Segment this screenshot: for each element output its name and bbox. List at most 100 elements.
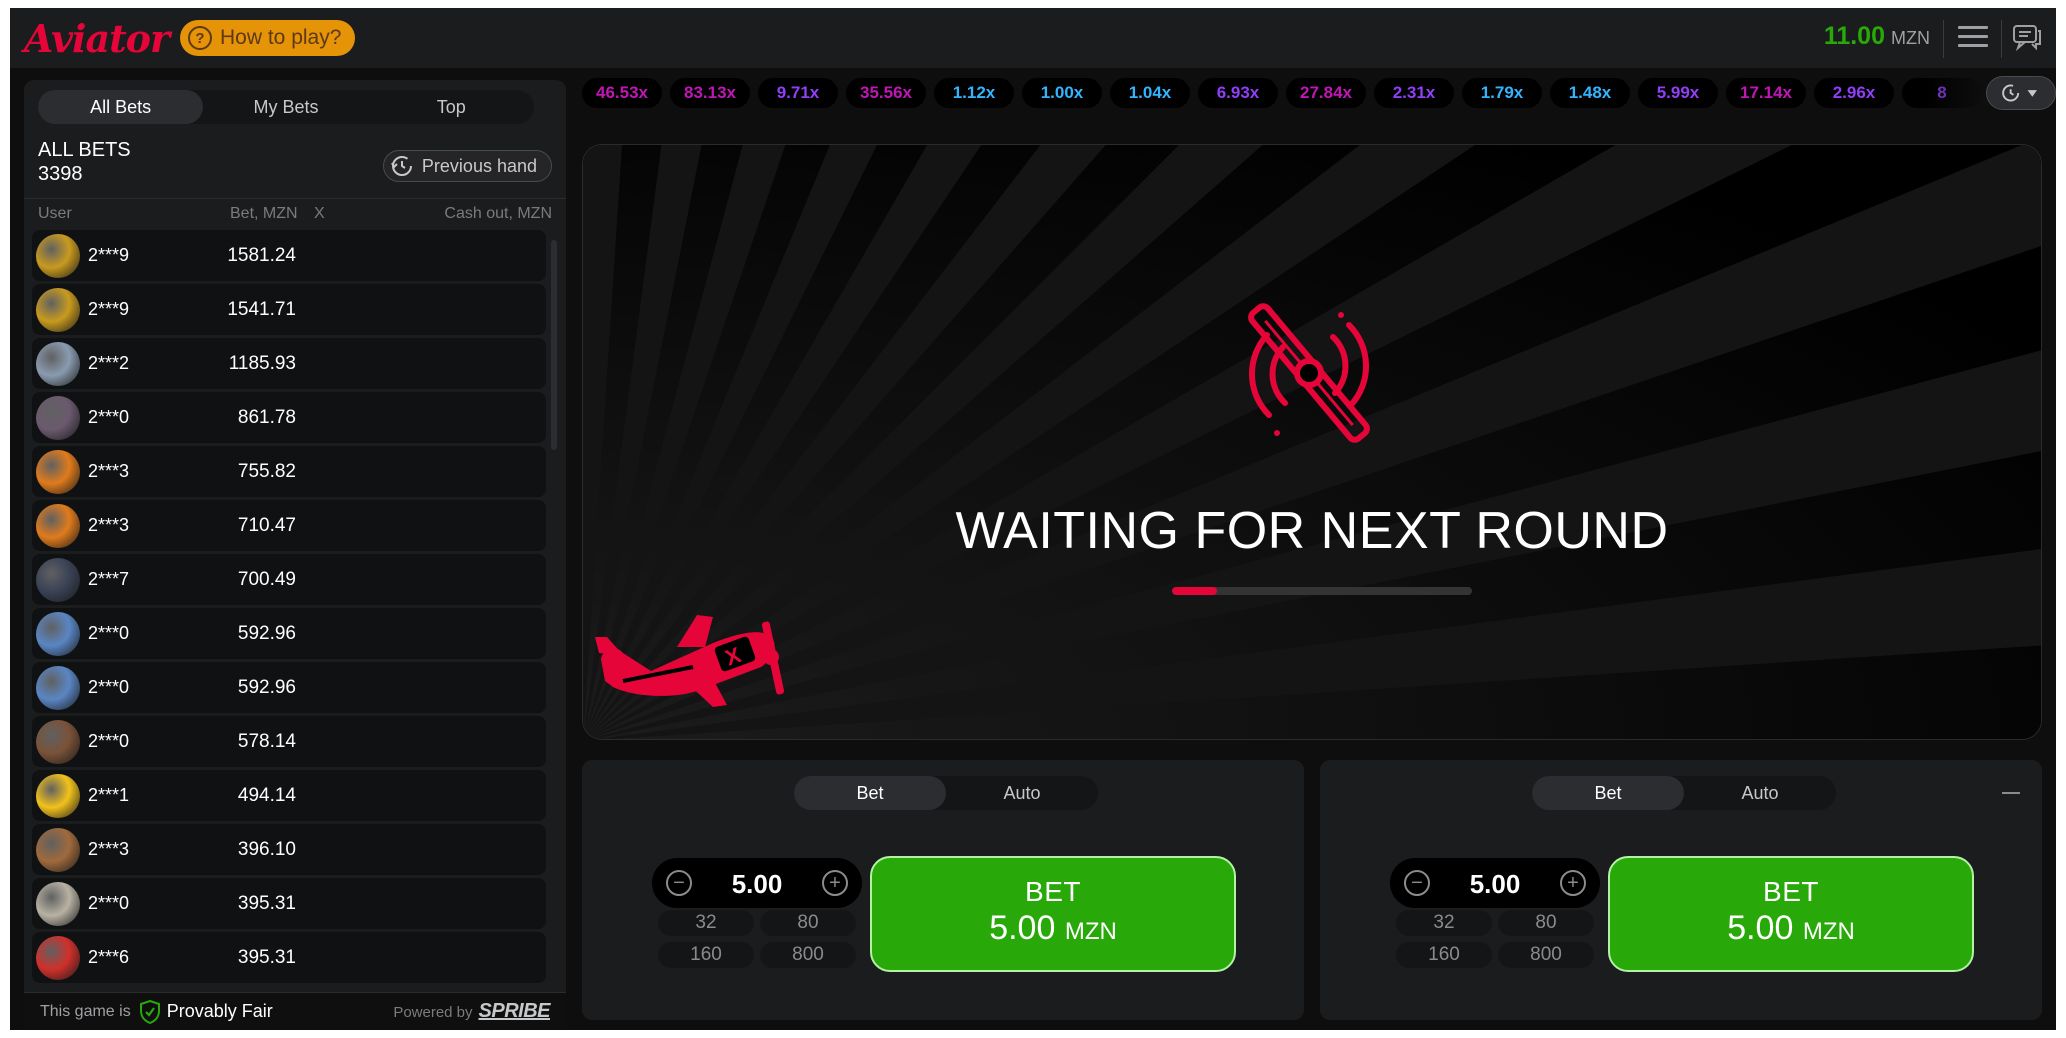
bet-button[interactable]: BET 5.00 MZN: [870, 856, 1236, 972]
chevron-down-icon: [2027, 90, 2037, 97]
quick-amount-button[interactable]: 160: [1396, 942, 1492, 968]
multiplier-badge[interactable]: 35.56x: [846, 78, 926, 108]
multiplier-badge[interactable]: 46.53x: [582, 78, 662, 108]
bet-amount-stepper: − 5.00 +: [652, 858, 862, 908]
shield-check-icon: [139, 999, 160, 1024]
multiplier-badge[interactable]: 2.31x: [1374, 78, 1454, 108]
all-bets-count: 3398: [38, 163, 83, 185]
tab-my-bets[interactable]: My Bets: [203, 90, 368, 124]
plus-icon[interactable]: +: [822, 870, 848, 896]
propeller-loader-icon: [1248, 303, 1370, 443]
bet-row-user: 2***0: [88, 731, 130, 751]
quick-amount-button[interactable]: 80: [1498, 910, 1594, 936]
avatar: [36, 342, 80, 386]
multiplier-badge[interactable]: 1.79x: [1462, 78, 1542, 108]
tab-bet[interactable]: Bet: [1532, 776, 1684, 810]
bet-row: 2***1 494.14: [32, 770, 546, 821]
bet-row: 2***0 578.14: [32, 716, 546, 767]
spribe-logo[interactable]: SPRIBE: [479, 1000, 551, 1023]
bet-button-amount: 5.00: [1727, 909, 1794, 947]
bet-row-user: 2***7: [88, 569, 130, 589]
quick-amount-button[interactable]: 80: [760, 910, 856, 936]
header-divider: [2001, 20, 2002, 58]
chat-icon[interactable]: [2012, 22, 2042, 52]
bets-list: 2***9 1581.24 2***9 1541.71 2***2 1185.93 2***…: [32, 230, 546, 990]
bet-row-amount: 395.31: [237, 893, 296, 914]
bet-mode-tabs: Bet Auto: [794, 776, 1098, 810]
menu-icon[interactable]: [1958, 26, 1988, 48]
multiplier-badge[interactable]: 1.04x: [1110, 78, 1190, 108]
how-to-play-button[interactable]: ? How to play?: [180, 20, 356, 56]
multiplier-badge[interactable]: 2.96x: [1814, 78, 1894, 108]
bet-row: 2***6 395.31: [32, 932, 546, 983]
bets-scrollbar[interactable]: [551, 240, 557, 450]
history-toggle-button[interactable]: [1986, 76, 2056, 110]
history-icon: [2002, 84, 2020, 102]
avatar: [36, 234, 80, 278]
balance-currency: MZN: [1891, 28, 1930, 48]
all-bets-title: ALL BETS: [38, 139, 131, 161]
quick-amount-button[interactable]: 800: [760, 942, 856, 968]
provably-fair-link[interactable]: Provably Fair: [139, 999, 273, 1024]
bet-amount-stepper: − 5.00 +: [1390, 858, 1600, 908]
column-cashout: Cash out, MZN: [444, 205, 552, 222]
bet-mode-tabs: Bet Auto: [1532, 776, 1836, 810]
plus-icon[interactable]: +: [1560, 870, 1586, 896]
bet-button-currency: MZN: [1802, 918, 1855, 945]
header: Aviator ? How to play? 11.00 MZN: [10, 8, 2056, 68]
remove-panel-icon[interactable]: [2002, 792, 2020, 794]
multiplier-badge[interactable]: 27.84x: [1286, 78, 1366, 108]
multiplier-badge[interactable]: 1.12x: [934, 78, 1014, 108]
bet-row-user: 2***0: [88, 893, 130, 913]
column-user: User: [38, 205, 72, 222]
bet-row-user: 2***3: [88, 839, 130, 859]
avatar: [36, 774, 80, 818]
bet-row-user: 2***3: [88, 515, 130, 535]
bet-row: 2***3 755.82: [32, 446, 546, 497]
bet-row: 2***0 395.31: [32, 878, 546, 929]
quick-amount-button[interactable]: 32: [1396, 910, 1492, 936]
avatar: [36, 828, 80, 872]
tab-auto[interactable]: Auto: [946, 776, 1098, 810]
game-area: WAITING FOR NEXT ROUND X: [582, 144, 2042, 740]
column-bet: Bet, MZN: [230, 205, 298, 222]
avatar: [36, 288, 80, 332]
multiplier-badge[interactable]: 17.14x: [1726, 78, 1806, 108]
multiplier-badge[interactable]: 1.48x: [1550, 78, 1630, 108]
quick-amount-button[interactable]: 160: [658, 942, 754, 968]
multiplier-badge[interactable]: 9.71x: [758, 78, 838, 108]
bet-button-label: BET: [1763, 876, 1819, 907]
multiplier-badge[interactable]: 5.99x: [1638, 78, 1718, 108]
bet-button-amount-line: 5.00 MZN: [989, 908, 1117, 952]
bet-row-amount: 395.31: [237, 947, 296, 968]
tab-top[interactable]: Top: [369, 90, 534, 124]
avatar: [36, 450, 80, 494]
tab-bet[interactable]: Bet: [794, 776, 946, 810]
bet-panel-1: Bet Auto − 5.00 + 32 80 160 800 BET 5.00…: [582, 760, 1304, 1020]
tab-all-bets[interactable]: All Bets: [38, 90, 204, 124]
multiplier-badge[interactable]: 83.13x: [670, 78, 750, 108]
balance-amount: 11.00: [1823, 22, 1885, 50]
multiplier-badge[interactable]: 1.00x: [1022, 78, 1102, 108]
balance-display: 11.00 MZN: [1824, 22, 1930, 51]
bet-row-user: 2***0: [88, 623, 130, 643]
bet-row: 2***0 861.78: [32, 392, 546, 443]
quick-amount-button[interactable]: 32: [658, 910, 754, 936]
bet-row-user: 2***9: [88, 299, 130, 319]
bet-row-user: 2***0: [88, 677, 130, 697]
multiplier-badge[interactable]: 6.93x: [1198, 78, 1278, 108]
quick-amount-button[interactable]: 800: [1498, 942, 1594, 968]
bet-panel-2: Bet Auto − 5.00 + 32 80 160 800 BET 5.00…: [1320, 760, 2042, 1020]
bet-row-amount: 592.96: [237, 677, 296, 698]
tab-auto[interactable]: Auto: [1684, 776, 1836, 810]
bet-button[interactable]: BET 5.00 MZN: [1608, 856, 1974, 972]
bets-column-headers: User Bet, MZN X Cash out, MZN: [24, 198, 566, 224]
bet-row-amount: 578.14: [237, 731, 296, 752]
bet-row: 2***3 710.47: [32, 500, 546, 551]
aviator-logo: Aviator: [24, 16, 170, 61]
history-fade: [1926, 72, 1986, 114]
bet-row-amount: 710.47: [237, 515, 296, 536]
avatar: [36, 558, 80, 602]
previous-hand-button[interactable]: Previous hand: [382, 150, 552, 182]
bet-row-amount: 592.96: [237, 623, 296, 644]
